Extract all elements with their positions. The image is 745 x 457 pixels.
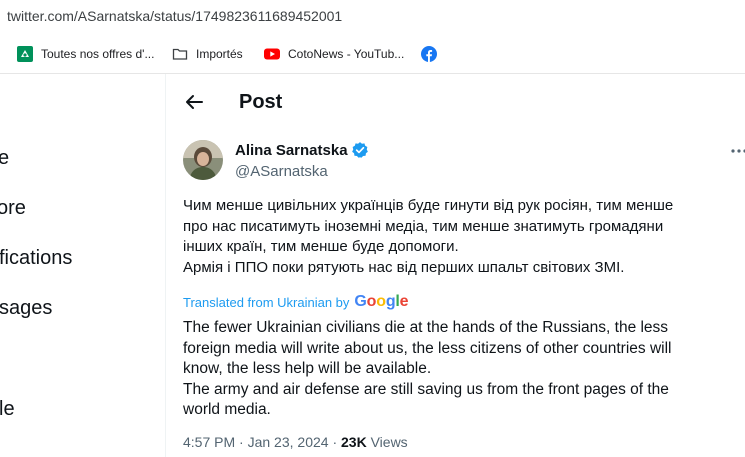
tweet-date[interactable]: Jan 23, 2024 — [248, 434, 329, 450]
author-display-name[interactable]: Alina Sarnatska — [235, 142, 348, 159]
page-title: Post — [239, 91, 283, 113]
author-name-row[interactable]: Alina Sarnatska — [235, 141, 369, 159]
nav-item-messages[interactable]: sages — [0, 297, 52, 320]
facebook-icon — [421, 46, 437, 62]
author-handle[interactable]: @ASarnatska — [235, 163, 328, 180]
bookmark-cotonews[interactable]: CotoNews - YouTub... — [264, 45, 404, 63]
original-line: інших країн, тим менше буде допомоги. — [183, 238, 459, 255]
back-arrow-icon[interactable] — [183, 91, 205, 113]
google-logo: Google — [354, 293, 408, 311]
translation-attribution[interactable]: Translated from Ukrainian by Google — [183, 293, 409, 311]
nav-item-home[interactable]: e — [0, 147, 9, 170]
meta-separator: · — [239, 434, 244, 450]
bookmark-label: Importés — [196, 47, 243, 61]
bank-logo-icon — [17, 46, 33, 62]
tweet-translation-text: The fewer Ukrainian civilians die at the… — [183, 318, 745, 421]
translated-from-label: Translated from Ukrainian by — [183, 294, 350, 310]
google-letter: o — [366, 293, 377, 310]
folder-icon — [172, 46, 188, 62]
avatar[interactable] — [183, 140, 223, 180]
original-line: Чим менше цивільних українців буде гинут… — [183, 197, 674, 214]
bookmark-folder-importes[interactable]: Importés — [172, 45, 243, 63]
left-navigation: e ore fications sages le — [0, 74, 166, 457]
original-line: Армія і ППО поки рятують нас від перших … — [183, 258, 625, 276]
tweet-metadata: 4:57 PM · Jan 23, 2024 · 23K Views — [183, 434, 408, 450]
google-letter: e — [399, 293, 409, 310]
google-letter: G — [354, 293, 367, 310]
main-column: Post Alina Sarnatska @ASarnatska Чим мен… — [167, 74, 745, 457]
translation-line: foreign media will write about us, the l… — [183, 339, 672, 357]
tweet-time[interactable]: 4:57 PM — [183, 434, 235, 450]
nav-item-profile[interactable]: le — [0, 398, 15, 421]
url-text[interactable]: twitter.com/ASarnatska/status/1749823611… — [7, 8, 342, 24]
address-bar[interactable]: twitter.com/ASarnatska/status/1749823611… — [0, 0, 745, 34]
bookmark-label: Toutes nos offres d'... — [41, 47, 155, 61]
translation-line: know, the less help will be available. — [183, 360, 432, 377]
google-letter: o — [376, 293, 386, 310]
original-line: про нас писатимуть іноземні медіа, тим м… — [183, 217, 664, 235]
translation-line: world media. — [183, 401, 271, 418]
youtube-icon — [264, 46, 280, 62]
views-label: Views — [370, 434, 408, 450]
google-letter: g — [385, 293, 396, 310]
translation-line: The fewer Ukrainian civilians die at the… — [183, 319, 669, 336]
bookmark-facebook[interactable] — [421, 45, 445, 63]
bookmark-label: CotoNews - YouTub... — [288, 47, 405, 61]
views-count: 23K — [341, 434, 367, 450]
nav-item-notifications[interactable]: fications — [0, 247, 72, 270]
nav-item-explore[interactable]: ore — [0, 197, 26, 220]
verified-badge-icon — [351, 141, 369, 159]
bookmark-offres[interactable]: Toutes nos offres d'... — [17, 45, 154, 63]
more-options-icon[interactable] — [729, 143, 745, 159]
meta-separator: · — [332, 434, 338, 450]
tweet-original-text: Чим менше цивільних українців буде гинут… — [183, 196, 745, 278]
bookmarks-bar: Toutes nos offres d'... Importés CotoNew… — [0, 34, 745, 74]
translation-line: The army and air defense are still savin… — [183, 380, 669, 398]
